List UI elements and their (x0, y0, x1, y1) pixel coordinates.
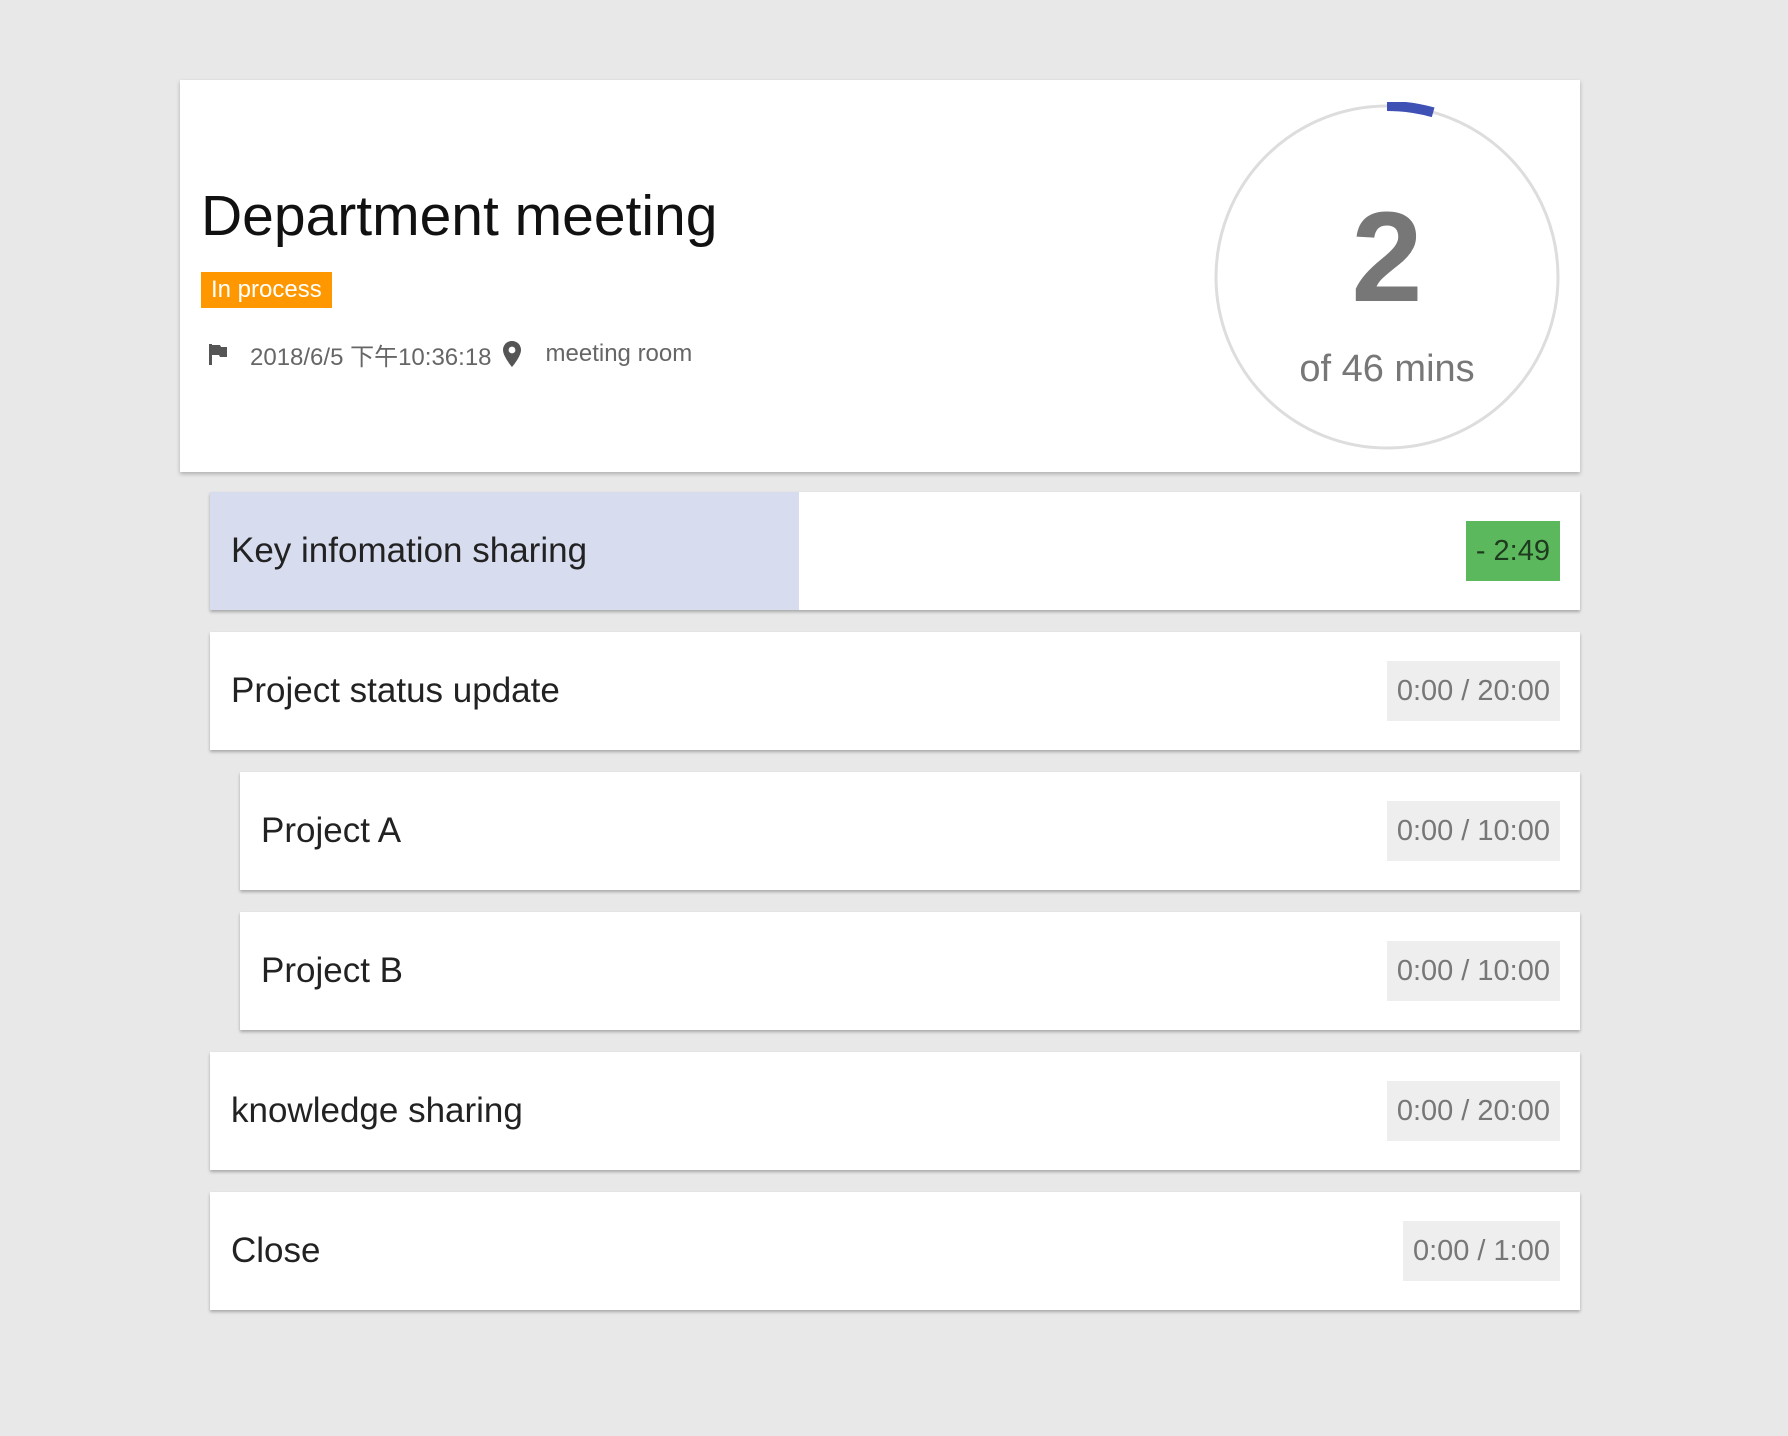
agenda-item-overtime-badge: - 2:49 (1465, 521, 1560, 581)
agenda-item[interactable]: Project status update 0:00 / 20:00 (210, 632, 1580, 750)
agenda-item-time-badge: 0:00 / 1:00 (1402, 1221, 1560, 1281)
meeting-timer: 2 of 46 mins (1212, 102, 1562, 452)
flag-icon (204, 340, 232, 368)
agenda-item[interactable]: Close 0:00 / 1:00 (210, 1192, 1580, 1310)
meeting-meta: 2018/6/5 下午10:36:18 meeting room (204, 336, 692, 372)
total-duration-label: of 46 mins (1299, 348, 1475, 390)
agenda-item-title: Project status update (231, 671, 560, 710)
location: meeting room (545, 340, 693, 367)
status-badge: In process (201, 272, 332, 308)
start-time: 2018/6/5 下午10:36:18 (250, 343, 492, 371)
meeting-title: Department meeting (201, 184, 718, 248)
agenda-item[interactable]: Project A 0:00 / 10:00 (240, 772, 1580, 890)
agenda-item-title: Key infomation sharing (231, 531, 588, 570)
agenda-item-time-badge: 0:00 / 10:00 (1386, 941, 1560, 1001)
meeting-header-card: Department meeting In process 2018/6/5 下… (180, 80, 1580, 472)
agenda-item-title: Project A (261, 811, 402, 850)
location-pin-icon (498, 340, 526, 368)
timer-progress-arc (1386, 102, 1435, 118)
agenda-item-title: Project B (261, 951, 403, 990)
agenda-item-time-badge: 0:00 / 10:00 (1386, 801, 1560, 861)
agenda-item-title: knowledge sharing (231, 1091, 523, 1130)
agenda-item[interactable]: Key infomation sharing - 2:49 (210, 492, 1580, 610)
agenda-item-time-badge: 0:00 / 20:00 (1386, 661, 1560, 721)
agenda-item-time-badge: 0:00 / 20:00 (1386, 1081, 1560, 1141)
agenda-item[interactable]: Project B 0:00 / 10:00 (240, 912, 1580, 1030)
agenda-item[interactable]: knowledge sharing 0:00 / 20:00 (210, 1052, 1580, 1170)
elapsed-minutes: 2 (1351, 186, 1423, 329)
agenda-item-title: Close (231, 1231, 321, 1270)
